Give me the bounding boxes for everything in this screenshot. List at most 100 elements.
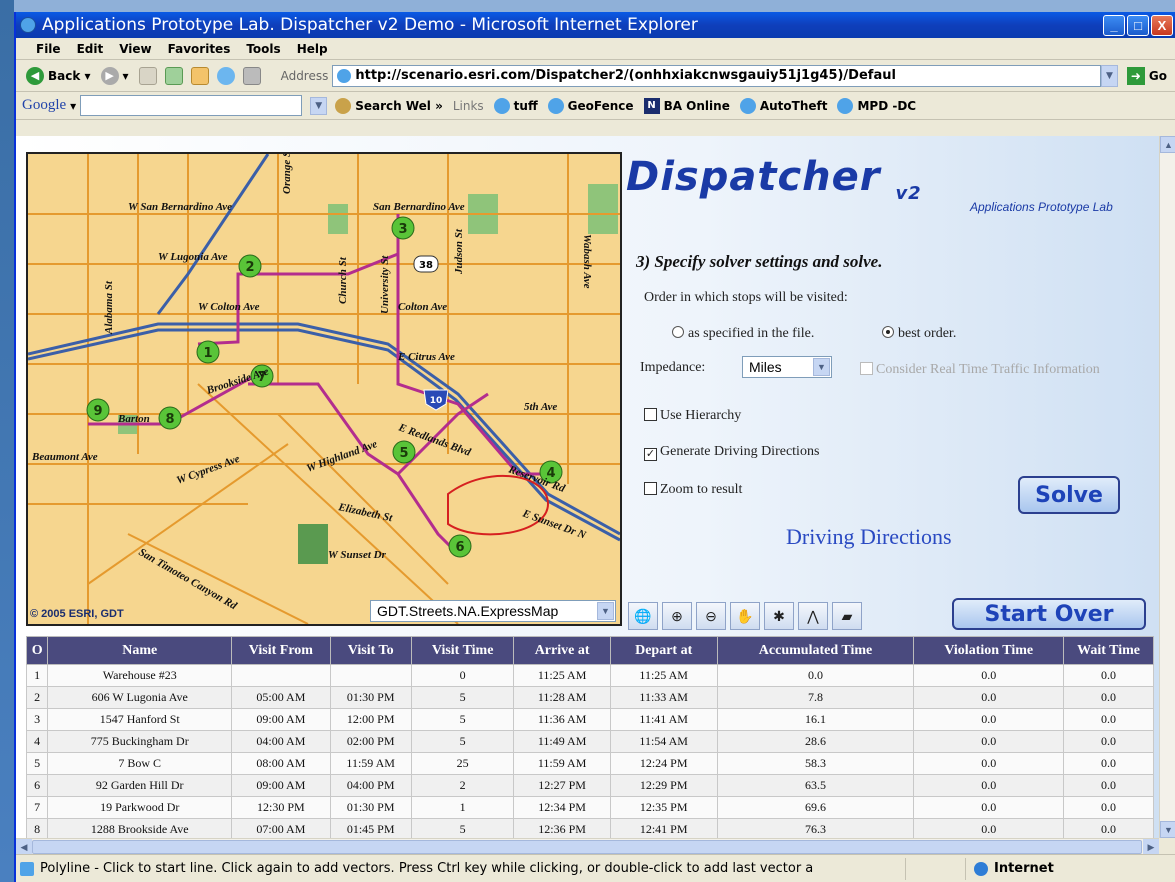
table-row[interactable]: 57 Bow C 08:00 AM 11:59 AM 25 11:59 AM 12:24 …	[25, 752, 1154, 775]
menu-favorites[interactable]: Favorites	[168, 42, 231, 56]
col-header[interactable]: Violation Time	[913, 636, 1065, 665]
google-dropdown-icon[interactable]: ▾	[70, 99, 76, 113]
print-icon[interactable]	[242, 66, 261, 85]
table-row[interactable]: 8 1288 Brookside Ave 07:00 AM 01:45 PM 5 12:3…	[25, 818, 1154, 838]
table-cell: 0.0	[913, 686, 1065, 709]
stop-marker[interactable]: 1	[196, 340, 220, 364]
stop-icon[interactable]	[138, 66, 157, 85]
horizontal-scrollbar[interactable]: ◀ ▶	[16, 838, 1159, 855]
table-cell	[329, 664, 412, 687]
polyline-icon[interactable]: ⋀	[798, 602, 828, 630]
eraser-icon[interactable]: ▰	[832, 602, 862, 630]
impedance-select[interactable]: Miles ▼	[742, 356, 832, 378]
driving-directions-checkbox[interactable]: ✓ Generate Driving Directions	[644, 444, 819, 461]
link-tuff[interactable]: tuff	[493, 97, 538, 114]
window-title: Applications Prototype Lab. Dispatcher v…	[42, 15, 698, 35]
radio-best-order[interactable]: best order.	[882, 326, 956, 342]
add-stop-icon[interactable]: ✱	[764, 602, 794, 630]
table-cell: 4	[25, 730, 49, 753]
go-button[interactable]: ➜ Go	[1126, 66, 1167, 85]
menu-view[interactable]: View	[119, 42, 151, 56]
menu-file[interactable]: File	[36, 42, 61, 56]
back-arrow-icon: ◀	[26, 66, 44, 85]
back-button[interactable]: ◀ Back ▾	[26, 66, 91, 85]
table-cell: 12:35 PM	[609, 796, 718, 819]
google-search-input[interactable]	[80, 95, 303, 116]
link-geofence[interactable]: GeoFence	[547, 97, 634, 114]
col-header[interactable]: Wait Time	[1063, 636, 1154, 665]
home-icon[interactable]	[190, 66, 209, 85]
zoom-out-icon[interactable]: ⊖	[696, 602, 726, 630]
stop-marker[interactable]: 8	[158, 406, 182, 430]
zoom-to-result-checkbox[interactable]: Zoom to result	[644, 482, 742, 498]
col-header[interactable]: Depart at	[609, 636, 718, 665]
scroll-left-icon[interactable]: ◀	[16, 839, 32, 855]
forward-button[interactable]: ▶ ▾	[100, 66, 129, 85]
media-icon[interactable]	[216, 66, 235, 85]
chevron-down-icon[interactable]: ▼	[813, 358, 830, 376]
google-logo[interactable]: Google	[22, 97, 66, 114]
table-cell: 0.0	[1063, 708, 1154, 731]
zoom-in-icon[interactable]: ⊕	[662, 602, 692, 630]
pan-hand-icon[interactable]: ✋	[730, 602, 760, 630]
start-over-button[interactable]: Start Over	[952, 598, 1146, 630]
minimize-button[interactable]: _	[1103, 14, 1125, 36]
google-search-label: Search Wel	[355, 98, 431, 113]
solve-button[interactable]: Solve	[1018, 476, 1120, 514]
menu-help[interactable]: Help	[297, 42, 328, 56]
col-header[interactable]: Name	[47, 636, 233, 665]
scroll-up-icon[interactable]: ▲	[1160, 136, 1175, 153]
stop-marker[interactable]: 9	[86, 398, 110, 422]
map-layer-select[interactable]: GDT.Streets.NA.ExpressMap ▼	[370, 600, 616, 622]
scroll-thumb[interactable]	[32, 840, 1142, 854]
table-cell: 0.0	[1063, 664, 1154, 687]
address-input[interactable]: http://scenario.esri.com/Dispatcher2/(on…	[332, 64, 1101, 87]
menu-edit[interactable]: Edit	[77, 42, 104, 56]
map-canvas[interactable]: 1 2 3 4 5 6 7 8 9 38 10 W San Bernardino…	[28, 154, 620, 624]
chevron-down-icon[interactable]: ▼	[597, 602, 614, 620]
street-label: Beaumont Ave	[31, 451, 98, 463]
table-cell: 0.0	[1063, 730, 1154, 753]
menu-tools[interactable]: Tools	[246, 42, 280, 56]
checkbox-box[interactable]	[644, 408, 657, 421]
link-ba-online[interactable]: N BA Online	[643, 97, 730, 114]
stop-marker[interactable]: 3	[391, 216, 415, 240]
radio-circle[interactable]	[882, 326, 894, 338]
use-hierarchy-checkbox[interactable]: Use Hierarchy	[644, 408, 741, 424]
stop-marker[interactable]: 5	[392, 440, 416, 464]
checkmark-icon[interactable]: ✓	[644, 448, 657, 461]
col-header[interactable]: Arrive at	[513, 636, 611, 665]
link-autotheft[interactable]: AutoTheft	[739, 97, 827, 114]
table-row[interactable]: 4 775 Buckingham Dr 04:00 AM 02:00 PM 5 11:49…	[25, 730, 1154, 753]
table-row[interactable]: 2 606 W Lugonia Ave 05:00 AM 01:30 PM 5 11:28…	[25, 686, 1154, 709]
stop-marker[interactable]: 2	[238, 254, 262, 278]
scroll-down-icon[interactable]: ▼	[1160, 821, 1175, 838]
col-header[interactable]: Visit From	[231, 636, 331, 665]
address-dropdown-icon[interactable]: ▼	[1100, 64, 1118, 87]
maximize-button[interactable]: □	[1127, 14, 1149, 36]
col-header[interactable]: Visit To	[329, 636, 412, 665]
map-view[interactable]: 1 2 3 4 5 6 7 8 9 38 10 W San Bernardino…	[26, 152, 622, 626]
close-button[interactable]: X	[1151, 14, 1173, 36]
full-extent-icon[interactable]: 🌐	[628, 602, 658, 630]
checkbox-box[interactable]	[644, 482, 657, 495]
table-row[interactable]: 1 Warehouse #23 0 11:25 AM 11:25 AM 0.0 0.0 0.0	[25, 664, 1154, 687]
col-header[interactable]: Accumulated Time	[716, 636, 915, 665]
radio-circle[interactable]	[672, 326, 684, 338]
ie-page-icon	[547, 97, 564, 114]
vertical-scrollbar[interactable]: ▲ ▼	[1159, 136, 1175, 838]
table-row[interactable]: 3 1547 Hanford St 09:00 AM 12:00 PM 5 11:36 A…	[25, 708, 1154, 731]
google-search-button[interactable]: Search Wel »	[335, 97, 443, 114]
radio-as-specified[interactable]: as specified in the file.	[672, 326, 814, 342]
scroll-right-icon[interactable]: ▶	[1143, 839, 1159, 855]
table-row[interactable]: 6 92 Garden Hill Dr 09:00 AM 04:00 PM 2 12:27…	[25, 774, 1154, 797]
col-header[interactable]: O	[25, 636, 49, 665]
stop-marker[interactable]: 6	[448, 534, 472, 558]
refresh-icon[interactable]	[164, 66, 183, 85]
google-search-dropdown-icon[interactable]: ▼	[310, 96, 328, 115]
driving-directions-link[interactable]: Driving Directions	[786, 524, 952, 550]
table-row[interactable]: 7 19 Parkwood Dr 12:30 PM 01:30 PM 1 12:34 PM…	[25, 796, 1154, 819]
link-mpd-dc[interactable]: MPD -DC	[837, 97, 916, 114]
street-label: Orange St	[281, 154, 293, 194]
col-header[interactable]: Visit Time	[410, 636, 515, 665]
